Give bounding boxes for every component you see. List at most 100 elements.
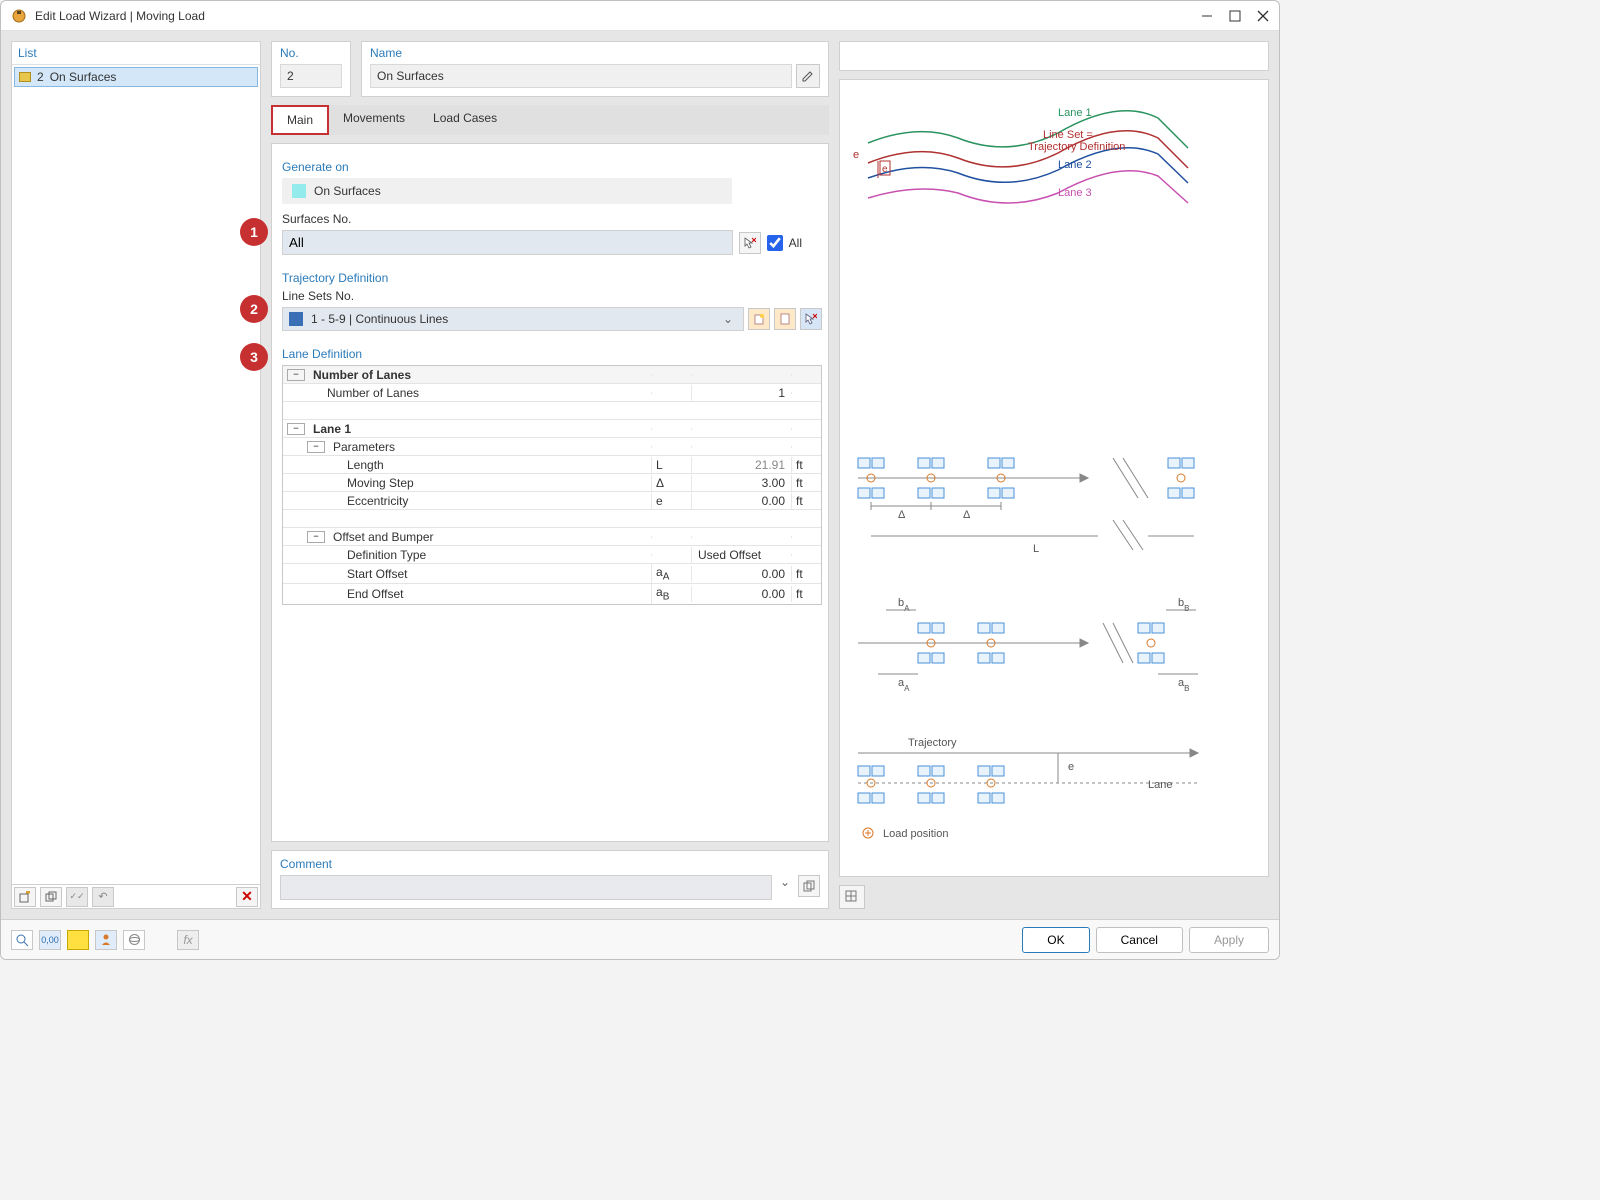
list-body: 2 On Surfaces: [12, 65, 260, 884]
new-icon: [753, 313, 765, 325]
svg-text:e: e: [882, 164, 888, 175]
svg-text:L: L: [1033, 543, 1039, 555]
footer-tool-person[interactable]: [95, 930, 117, 950]
footer-tool-globe[interactable]: [123, 930, 145, 950]
svg-text:Δ: Δ: [898, 509, 906, 521]
callout-1: 1: [240, 218, 268, 246]
edit-lineset-button[interactable]: [774, 308, 796, 330]
view-settings-button[interactable]: [839, 885, 865, 909]
window-title: Edit Load Wizard | Moving Load: [35, 9, 205, 23]
footer-tool-1[interactable]: [11, 930, 33, 950]
row-step-val[interactable]: 3.00: [691, 475, 791, 491]
no-field-group: No. 2: [271, 41, 351, 97]
tab-main[interactable]: Main: [271, 105, 329, 135]
ok-button[interactable]: OK: [1022, 927, 1089, 953]
svg-text:Lane 3: Lane 3: [1058, 187, 1092, 199]
row-num-lanes-label: Number of Lanes: [323, 385, 651, 401]
footer-tool-color[interactable]: [67, 930, 89, 950]
row-parameters: Parameters: [329, 439, 651, 455]
undo-button[interactable]: ↶: [92, 887, 114, 907]
list-item-label: On Surfaces: [50, 70, 117, 84]
duplicate-button[interactable]: [40, 887, 62, 907]
right-top-bar: [839, 41, 1269, 71]
tree-toggle[interactable]: −: [307, 531, 325, 543]
check-button[interactable]: ✓✓: [66, 887, 88, 907]
generate-target-label: On Surfaces: [314, 184, 381, 198]
footer-tool-fx[interactable]: fx: [177, 930, 199, 950]
pick-surfaces-button[interactable]: [739, 232, 761, 254]
surfaces-no-input[interactable]: [282, 230, 733, 255]
titlebar: Edit Load Wizard | Moving Load: [1, 1, 1279, 31]
row-step-label: Moving Step: [343, 475, 651, 491]
svg-text:Lane 1: Lane 1: [1058, 107, 1092, 119]
row-startoff-label: Start Offset: [343, 566, 651, 582]
row-length-val[interactable]: 21.91: [691, 457, 791, 473]
linesets-value: 1 - 5-9 | Continuous Lines: [311, 312, 448, 326]
pick-lineset-button[interactable]: [800, 308, 822, 330]
row-endoff-label: End Offset: [343, 586, 651, 602]
row-step-sym: Δ: [651, 475, 691, 491]
linesets-select[interactable]: 1 - 5-9 | Continuous Lines ⌄: [282, 307, 744, 331]
row-num-lanes-val[interactable]: 1: [691, 385, 791, 401]
row-endoff-val[interactable]: 0.00: [691, 586, 791, 602]
new-lineset-button[interactable]: [748, 308, 770, 330]
chevron-down-icon[interactable]: ⌄: [776, 875, 794, 900]
load-schematic-diagram: Δ Δ L bA bB: [848, 448, 1228, 868]
row-length-label: Length: [343, 457, 651, 473]
cursor-delete-icon: [805, 313, 817, 325]
row-ecc-label: Eccentricity: [343, 493, 651, 509]
lane-grid: − Number of Lanes Number of Lanes 1 −: [282, 365, 822, 605]
main-area: List 2 On Surfaces ✓✓ ↶ ✕ No.: [1, 31, 1279, 919]
row-endoff-sym: aB: [651, 584, 691, 603]
minimize-button[interactable]: [1201, 10, 1213, 22]
tree-toggle[interactable]: −: [287, 423, 305, 435]
new-item-button[interactable]: [14, 887, 36, 907]
all-surfaces-checkbox[interactable]: [767, 235, 783, 251]
name-label: Name: [370, 46, 820, 60]
footer-tool-units[interactable]: 0,00: [39, 930, 61, 950]
tabs-container: Main Movements Load Cases: [271, 105, 829, 135]
svg-text:e: e: [853, 149, 859, 161]
svg-text:Trajectory: Trajectory: [908, 737, 957, 749]
delete-icon: ✕: [241, 888, 253, 905]
comment-input[interactable]: [280, 875, 772, 900]
row-ecc-sym: e: [651, 493, 691, 509]
close-button[interactable]: [1257, 10, 1269, 22]
all-label: All: [789, 236, 802, 250]
comment-block: Comment ⌄: [271, 850, 829, 909]
callout-3: 3: [240, 343, 268, 371]
svg-text:Δ: Δ: [963, 509, 971, 521]
row-ecc-val[interactable]: 0.00: [691, 493, 791, 509]
tree-toggle[interactable]: −: [307, 441, 325, 453]
row-deftype-val[interactable]: Used Offset: [691, 547, 791, 563]
row-startoff-val[interactable]: 0.00: [691, 566, 791, 582]
name-value[interactable]: On Surfaces: [370, 64, 792, 88]
center-panel: No. 2 Name On Surfaces Main: [271, 41, 829, 909]
tab-movements[interactable]: Movements: [329, 105, 419, 135]
svg-text:e: e: [1068, 761, 1074, 773]
no-value[interactable]: 2: [280, 64, 342, 88]
row-lane1: Lane 1: [309, 421, 651, 437]
name-field-group: Name On Surfaces: [361, 41, 829, 97]
apply-button[interactable]: Apply: [1189, 927, 1269, 953]
cancel-button[interactable]: Cancel: [1096, 927, 1183, 953]
generate-target: On Surfaces: [282, 178, 732, 204]
list-item[interactable]: 2 On Surfaces: [14, 67, 258, 87]
lineset-color-chip: [289, 312, 303, 326]
row-offset-hdr: Offset and Bumper: [329, 529, 651, 545]
row-startoff-sym: aA: [651, 564, 691, 583]
grid-gear-icon: [845, 890, 859, 904]
svg-text:aB: aB: [1178, 677, 1189, 693]
right-panel: e e Lane 1 Line Set = Trajectory Definit…: [839, 41, 1269, 909]
row-startoff-unit: ft: [791, 566, 821, 582]
edit-name-button[interactable]: [796, 64, 820, 88]
delete-button[interactable]: ✕: [236, 887, 258, 907]
copy-comment-button[interactable]: [798, 875, 820, 897]
tab-load-cases[interactable]: Load Cases: [419, 105, 511, 135]
maximize-button[interactable]: [1229, 10, 1241, 22]
surface-color-chip: [292, 184, 306, 198]
no-label: No.: [280, 46, 342, 60]
svg-text:aA: aA: [898, 677, 910, 693]
tree-toggle[interactable]: −: [287, 369, 305, 381]
cursor-delete-icon: [744, 237, 756, 249]
